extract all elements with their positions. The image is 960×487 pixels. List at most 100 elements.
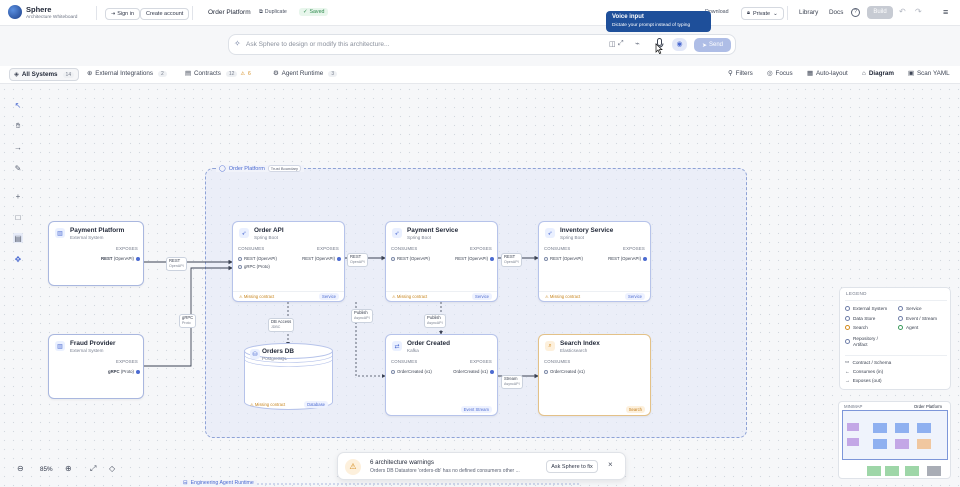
event-icon: ⇄ [392, 341, 402, 351]
port-dot[interactable] [136, 257, 140, 261]
edge-label: Publish [354, 310, 368, 315]
zoom-level[interactable]: 85% [40, 466, 53, 473]
missing-contract-warning: ⚠ Missing contract [239, 294, 275, 299]
service-icon [898, 306, 903, 311]
minimap-node [905, 466, 919, 476]
data-store-icon [845, 316, 850, 321]
protocol-spec: (OpenAPI) [113, 256, 134, 261]
exposes-item: REST (OpenAPI) [455, 256, 488, 261]
legend-item: Search [845, 325, 868, 330]
edge-label: REST [504, 254, 516, 259]
external-system-icon [845, 306, 850, 311]
consumes-item: OrderCreated (v1) [544, 369, 585, 374]
agent-runtime-group-header[interactable]: ⊟ Engineering Agent Runtime [180, 480, 257, 486]
contract: gRPC (Proto) [244, 264, 270, 269]
minimap-node [927, 466, 941, 476]
zoom-out-icon[interactable]: ⊖ [17, 464, 24, 473]
node-footer: ⚠ Missing contract Service [539, 291, 650, 301]
legend-label: Search [853, 325, 868, 330]
warning-text: Missing contract [549, 294, 581, 299]
port-dot[interactable] [490, 370, 494, 374]
divider [845, 300, 947, 301]
port-dot[interactable] [136, 370, 140, 374]
legend-label: Contract / Schema [852, 359, 892, 365]
legend-line-item: ▭ Contract / Schema [845, 359, 891, 365]
node-type-badge: Service [625, 293, 645, 300]
minimap-node [917, 439, 931, 449]
edge-chip-publish[interactable]: Publish AsyncAPI [351, 309, 373, 323]
edge-sub: AsyncAPI [427, 320, 443, 325]
node-subtitle: Spring Boot [560, 235, 585, 240]
consumes-label: CONSUMES [544, 246, 571, 251]
exposes-item: gRPC (Proto) [108, 369, 134, 374]
warnings-panel: ⚠ 6 architecture warnings Orders DB Data… [337, 452, 626, 480]
contract: REST (OpenAPI) [244, 256, 277, 261]
legend-label: Consumes (in) [852, 369, 884, 374]
node-title: Order API [254, 227, 284, 234]
port-dot[interactable] [643, 257, 647, 261]
node-subtitle: External System [70, 348, 104, 353]
minimap[interactable]: MINIMAP Order Platform [838, 401, 951, 479]
exposes-item: REST (OpenAPI) [302, 256, 335, 261]
consumes-label: CONSUMES [238, 246, 265, 251]
protocol: gRPC [107, 369, 120, 374]
consumes-label: CONSUMES [391, 359, 418, 364]
building-icon: ▥ [55, 341, 65, 351]
legend-label: Repository / Artifact [852, 336, 878, 347]
legend-panel: LEGEND External System Service Data Stor… [839, 287, 951, 390]
event-stream-icon [898, 316, 903, 321]
legend-item: Agent [898, 325, 918, 330]
consumes-item: REST (OpenAPI) [391, 256, 430, 261]
edge-label: DB Access [271, 319, 292, 324]
arrow-left-icon: ← [845, 369, 850, 374]
edge-chip-db-access[interactable]: DB Access JDBC [268, 318, 295, 332]
edge-chip-rest[interactable]: REST OpenAPI [501, 253, 522, 267]
edge-label: Stream [504, 376, 518, 381]
zoom-in-icon[interactable]: ⊕ [65, 464, 72, 473]
recenter-icon[interactable]: ◇ [109, 464, 115, 473]
edge-chip-publish[interactable]: Publish AsyncAPI [424, 314, 446, 328]
node-title: Order Created [407, 340, 450, 347]
node-title: Search Index [560, 340, 600, 347]
node-fraud-provider[interactable]: ▥ Fraud Provider External System EXPOSES… [48, 334, 144, 399]
contract: OrderCreated (v1) [550, 369, 585, 374]
edge-chip-rest[interactable]: REST OpenAPI [166, 257, 187, 271]
exposes-label: EXPOSES [116, 246, 138, 251]
minimap-node [895, 423, 909, 433]
exposes-item: REST (OpenAPI) [101, 256, 134, 261]
node-search-index[interactable]: ⌕ Search Index Elasticsearch CONSUMES Or… [538, 334, 651, 416]
node-orders-db[interactable]: ⛁ Orders DB PostgreSQL ⚠ Missing contrac… [244, 343, 333, 410]
contract: REST (OpenAPI) [550, 256, 583, 261]
legend-label: Exposes (out) [852, 378, 882, 383]
consumes-item: OrderCreated (v1) [391, 369, 432, 374]
consumes-label: CONSUMES [544, 359, 571, 364]
edge-sub: AsyncAPI [504, 381, 520, 386]
missing-contract-warning: ⚠ Missing contract [392, 294, 428, 299]
warning-text: Missing contract [243, 294, 275, 299]
ask-sphere-fix-button[interactable]: Ask Sphere to fix [546, 460, 598, 473]
close-icon[interactable]: × [608, 460, 613, 469]
arrow-right-icon: → [845, 378, 850, 383]
node-payment-service[interactable]: ➶ Payment Service Spring Boot CONSUMES E… [385, 221, 498, 302]
minimap-viewport [842, 410, 948, 460]
warning-icon: ⚠ [345, 459, 361, 475]
edge-sub: OpenAPI [169, 263, 184, 268]
consumes-item: REST (OpenAPI) [238, 256, 277, 261]
node-inventory-service[interactable]: ➶ Inventory Service Spring Boot CONSUMES… [538, 221, 651, 302]
edge-chip-stream[interactable]: Stream AsyncAPI [501, 375, 523, 389]
edge-chip-rest[interactable]: REST OpenAPI [347, 253, 368, 267]
fit-view-icon[interactable]: ⤢ [90, 464, 96, 474]
node-footer: ⚠ Missing contract Service [386, 291, 497, 301]
database-icon: ⛁ [250, 349, 260, 359]
node-payment-platform[interactable]: ▥ Payment Platform External System EXPOS… [48, 221, 144, 286]
protocol-spec: (Proto) [120, 369, 134, 374]
legend-label: Data Store [853, 316, 876, 321]
edge-sub: JDBC [271, 324, 281, 329]
edge-chip-grpc[interactable]: gRPC Proto [179, 314, 197, 328]
port-dot[interactable] [337, 257, 341, 261]
port-dot[interactable] [490, 257, 494, 261]
node-order-created[interactable]: ⇄ Order Created Kafka CONSUMES EXPOSES O… [385, 334, 498, 416]
node-order-api[interactable]: ➶ Order API Spring Boot CONSUMES EXPOSES… [232, 221, 345, 302]
node-type-badge: Database [304, 401, 328, 408]
missing-contract-warning: ⚠ Missing contract [545, 294, 581, 299]
